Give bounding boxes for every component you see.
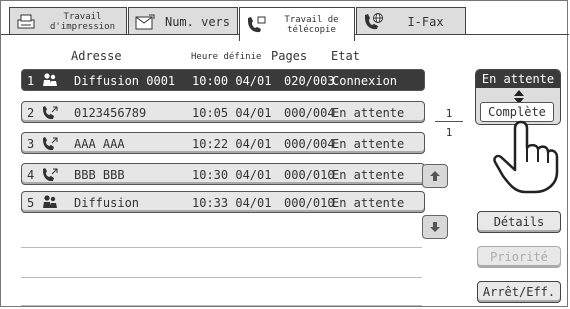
column-header-pages: Pages [271, 49, 308, 63]
job-pages: 000/004 [284, 137, 335, 151]
tab-internet-fax-label: I-Fax [407, 14, 444, 29]
job-row[interactable]: 4 BBB BBB 10:30 04/01 000/010 En attente [21, 163, 425, 185]
fax-phone-icon [40, 104, 60, 122]
tab-scan-send[interactable]: Num. vers [128, 7, 238, 35]
column-header-address: Adresse [71, 49, 122, 63]
fax-job-status-screen: Travail d'impression Num. vers Travail de… [0, 0, 569, 307]
queue-complete-toggle[interactable]: En attente Complète [475, 69, 561, 125]
group-broadcast-icon [40, 72, 60, 90]
scroll-up-button[interactable] [422, 164, 448, 188]
scan-send-icon [132, 10, 158, 34]
job-time: 10:05 04/01 [192, 106, 272, 120]
column-header-state: Etat [331, 49, 360, 63]
tab-underline [355, 34, 569, 35]
job-address: 0123456789 [74, 106, 147, 120]
job-address: Diffusion 0001 [74, 74, 176, 88]
job-row[interactable]: 2 0123456789 10:05 04/01 000/004 En atte… [21, 101, 425, 123]
job-pages: 000/010 [284, 196, 335, 210]
stop-delete-button[interactable]: Arrêt/Eff. [477, 281, 561, 303]
tab-scan-send-label: Num. vers [164, 14, 231, 29]
job-pages: 000/010 [284, 168, 335, 182]
empty-row-divider [21, 247, 422, 248]
job-time: 10:00 04/01 [192, 74, 272, 88]
job-row[interactable]: 3 AAA AAA 10:22 04/01 000/004 En attente [21, 132, 425, 154]
job-pages: 020/003 [284, 74, 335, 88]
tab-bar: Travail d'impression Num. vers Travail de… [1, 1, 569, 41]
job-time: 10:33 04/01 [192, 196, 272, 210]
job-number: 1 [27, 74, 35, 88]
tab-print-job-label: Travail d'impression [49, 11, 116, 32]
page-total: 1 [445, 126, 453, 139]
fax-phone-icon [40, 166, 60, 184]
tab-underline [1, 34, 239, 35]
fax-phone-icon [243, 13, 269, 37]
job-time: 10:22 04/01 [192, 137, 272, 151]
job-state: En attente [332, 137, 405, 151]
pointing-hand-icon [491, 118, 561, 194]
job-state: Connexion [332, 74, 398, 88]
job-state: En attente [332, 168, 405, 182]
page-current: 1 [445, 107, 453, 120]
job-row[interactable]: 1 Diffusion 0001 10:00 04/01 020/003 Con… [21, 69, 425, 91]
arrow-up-icon [429, 167, 441, 186]
tab-internet-fax[interactable]: I-Fax [356, 7, 466, 35]
column-header-time: Heure définie [191, 52, 262, 62]
job-address: AAA AAA [74, 137, 125, 151]
internet-fax-icon [360, 10, 386, 34]
tab-fax-job[interactable]: Travail de télécopie [239, 7, 355, 41]
printer-icon [13, 10, 39, 34]
tab-print-job[interactable]: Travail d'impression [9, 7, 127, 35]
job-address: Diffusion [74, 196, 140, 210]
tab-fax-job-label: Travail de télécopie [284, 14, 339, 35]
group-broadcast-icon [40, 194, 60, 212]
job-time: 10:30 04/01 [192, 168, 272, 182]
toggle-selected-option[interactable]: En attente [476, 70, 560, 88]
details-button[interactable]: Détails [477, 211, 561, 233]
empty-row-divider [21, 277, 422, 278]
job-pages: 000/004 [284, 106, 335, 120]
job-state: En attente [332, 196, 405, 210]
arrow-down-icon [429, 218, 441, 237]
scroll-down-button[interactable] [422, 215, 448, 239]
fax-phone-icon [40, 135, 60, 153]
job-row[interactable]: 5 Diffusion 10:33 04/01 000/010 En atten… [21, 191, 425, 213]
job-number: 3 [27, 137, 35, 151]
up-down-arrows-icon [512, 89, 526, 104]
job-number: 4 [27, 168, 35, 182]
page-fraction-line [435, 121, 463, 122]
priority-button[interactable]: Priorité [477, 246, 561, 268]
job-number: 2 [27, 106, 35, 120]
job-address: BBB BBB [74, 168, 125, 182]
job-state: En attente [332, 106, 405, 120]
empty-row-divider [21, 305, 422, 306]
job-number: 5 [27, 196, 35, 210]
